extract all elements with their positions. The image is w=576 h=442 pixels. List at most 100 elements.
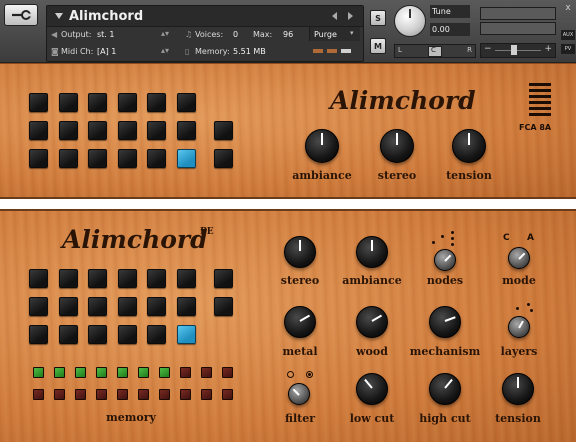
chord-pad[interactable] — [147, 121, 166, 140]
memory-slot[interactable] — [117, 367, 128, 378]
memory-slot[interactable] — [201, 367, 212, 378]
memory-icon: ▯ — [185, 47, 190, 56]
chord-pad[interactable] — [58, 121, 78, 140]
stereo-knob[interactable] — [284, 236, 316, 268]
chord-pad[interactable] — [117, 149, 137, 168]
chord-pad[interactable] — [117, 269, 137, 288]
metal-knob[interactable] — [284, 306, 316, 338]
memory-slot[interactable] — [96, 367, 107, 378]
ambiance-knob[interactable] — [356, 236, 388, 268]
memory-slot[interactable] — [180, 389, 191, 400]
chord-pad[interactable] — [117, 121, 137, 140]
chord-pad[interactable] — [88, 121, 107, 140]
layers-knob[interactable] — [508, 316, 530, 338]
volume-plus-label: + — [544, 44, 552, 54]
low-cut-knob[interactable] — [356, 373, 388, 405]
aux-button[interactable]: AUX — [561, 30, 575, 40]
midi-label: Midi Ch: — [61, 47, 94, 56]
chord-pad[interactable] — [117, 93, 137, 112]
next-instrument-icon[interactable] — [348, 12, 353, 20]
volume-slider[interactable]: − + — [480, 43, 556, 58]
high-cut-knob[interactable] — [429, 373, 461, 405]
filter-knob[interactable] — [288, 383, 310, 405]
chord-pad[interactable] — [147, 297, 166, 316]
ambiance-knob[interactable] — [305, 129, 339, 163]
chord-pad[interactable] — [29, 121, 48, 140]
chord-pad[interactable] — [176, 269, 196, 288]
wrench-button[interactable] — [4, 4, 38, 26]
chord-pad[interactable] — [88, 149, 107, 168]
wood-knob[interactable] — [356, 306, 388, 338]
mechanism-knob[interactable] — [429, 306, 461, 338]
chord-pad[interactable] — [58, 269, 78, 288]
memory-slot[interactable] — [201, 389, 212, 400]
chord-pad[interactable] — [117, 297, 137, 316]
pan-slider-thumb[interactable]: C — [428, 46, 442, 57]
tune-knob[interactable] — [394, 5, 426, 37]
chord-pad[interactable] — [29, 149, 48, 168]
mode-knob[interactable] — [508, 247, 530, 269]
nodes-knob[interactable] — [434, 249, 456, 271]
chord-pad[interactable] — [147, 325, 166, 344]
stereo-knob[interactable] — [380, 129, 414, 163]
chord-pad[interactable] — [176, 93, 196, 112]
chord-pad[interactable] — [88, 93, 107, 112]
chord-pad[interactable] — [176, 297, 196, 316]
tension-knob[interactable] — [452, 129, 486, 163]
memory-slot[interactable] — [54, 389, 65, 400]
memory-slot[interactable] — [180, 367, 191, 378]
chord-pad[interactable] — [29, 325, 48, 344]
max-voices-value[interactable]: 96 — [283, 30, 293, 39]
chord-pad[interactable] — [214, 297, 233, 316]
memory-slot[interactable] — [138, 367, 149, 378]
chord-pad[interactable] — [214, 269, 233, 288]
memory-slot[interactable] — [75, 367, 86, 378]
chord-pad[interactable] — [176, 149, 196, 168]
midi-channel-value[interactable]: [A] 1 — [97, 47, 116, 56]
memory-slot[interactable] — [54, 367, 65, 378]
memory-slot[interactable] — [96, 389, 107, 400]
memory-slot[interactable] — [222, 367, 233, 378]
purge-dropdown[interactable]: Purge ▾ — [309, 27, 360, 41]
chord-pad[interactable] — [117, 325, 137, 344]
memory-slot[interactable] — [33, 389, 44, 400]
chord-pad[interactable] — [214, 149, 233, 168]
memory-slot[interactable] — [75, 389, 86, 400]
mute-button[interactable]: M — [370, 38, 386, 54]
chord-pad[interactable] — [58, 93, 78, 112]
prev-instrument-icon[interactable] — [332, 12, 337, 20]
chord-pad[interactable] — [147, 269, 166, 288]
output-value[interactable]: st. 1 — [97, 30, 114, 39]
chord-pad[interactable] — [58, 325, 78, 344]
tune-value[interactable]: 0.00 — [430, 23, 470, 36]
pan-slider[interactable]: L C R — [394, 44, 476, 58]
memory-slot[interactable] — [138, 389, 149, 400]
chord-pad[interactable] — [29, 297, 48, 316]
midi-dropdown-icon[interactable]: ▴▾ — [161, 46, 169, 55]
chord-pad[interactable] — [88, 297, 107, 316]
chord-pad[interactable] — [29, 93, 48, 112]
chord-pad[interactable] — [58, 297, 78, 316]
chord-pad[interactable] — [88, 325, 107, 344]
chord-pad[interactable] — [147, 93, 166, 112]
memory-slot[interactable] — [117, 389, 128, 400]
memory-slot[interactable] — [159, 367, 170, 378]
chord-pad[interactable] — [58, 149, 78, 168]
instrument-name[interactable]: Alimchord — [69, 9, 143, 24]
output-dropdown-icon[interactable]: ▴▾ — [161, 29, 169, 38]
memory-slot[interactable] — [33, 367, 44, 378]
chord-pad[interactable] — [147, 149, 166, 168]
chord-pad[interactable] — [176, 325, 196, 344]
chord-pad[interactable] — [29, 269, 48, 288]
collapse-icon[interactable] — [55, 13, 63, 19]
chord-pad[interactable] — [88, 269, 107, 288]
solo-button[interactable]: S — [370, 10, 386, 26]
pv-button[interactable]: PV — [561, 44, 575, 54]
tension-knob[interactable] — [502, 373, 534, 405]
memory-slot[interactable] — [159, 389, 170, 400]
chord-pad[interactable] — [176, 121, 196, 140]
chord-pad[interactable] — [214, 121, 233, 140]
memory-slot[interactable] — [222, 389, 233, 400]
volume-slider-thumb[interactable] — [511, 45, 517, 55]
close-icon[interactable]: x — [561, 2, 575, 14]
